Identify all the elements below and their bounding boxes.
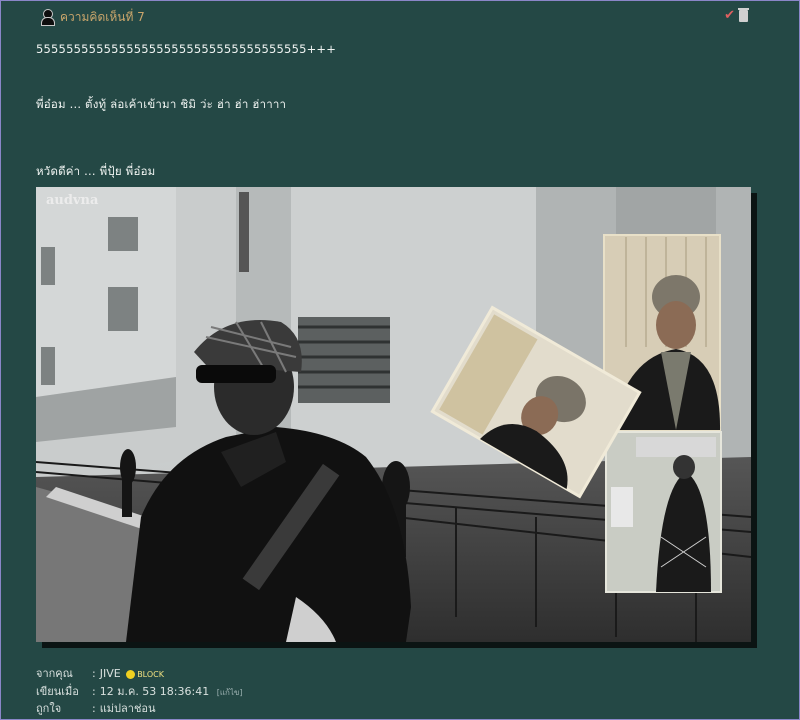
meta-from-value[interactable]: JIVE [100,667,121,680]
check-icon[interactable]: ✔ [724,8,735,23]
meta-like-label: ถูกใจ [36,702,62,715]
meta-posted-label: เขียนเมื่อ [36,685,79,698]
comment-line-1: 555555555555555555555555555555555555+++ [36,42,337,56]
meta-from-label: จากคุณ [36,667,73,680]
smile-icon [126,669,136,679]
trash-icon[interactable] [738,7,749,22]
meta-posted: เขียนเมื่อ:12 ม.ค. 53 18:36:41 [แก้ไข] [36,682,242,700]
meta-like: ถูกใจ: แม่ปลาช่อน [36,699,156,717]
photo-watermark: audvna [46,193,99,208]
comment-header: ความคิดเห็นที่ 7 [40,8,145,26]
meta-like-value: แม่ปลาช่อน [99,702,156,715]
comment-line-2: พี่อ๋อม ... ตั้งทู้ ล่อเค้าเข้ามา ชิมิ ว… [36,97,287,111]
comment-title: ความคิดเห็นที่ 7 [60,9,145,24]
block-icon: BLOCK [137,669,164,679]
meta-posted-value: 12 ม.ค. 53 18:36:41 [99,685,210,698]
meta-from: จากคุณ: JIVE BLOCK [36,664,164,682]
avatar-icon [40,9,55,26]
comment-tools: ✔ [724,7,749,23]
comment-photo: audvna [36,187,751,642]
comment-line-3: หวัดดีค่า ... พี่ปุ้ย พี่อ๋อม [36,164,156,178]
edit-link[interactable]: [แก้ไข] [217,688,243,697]
